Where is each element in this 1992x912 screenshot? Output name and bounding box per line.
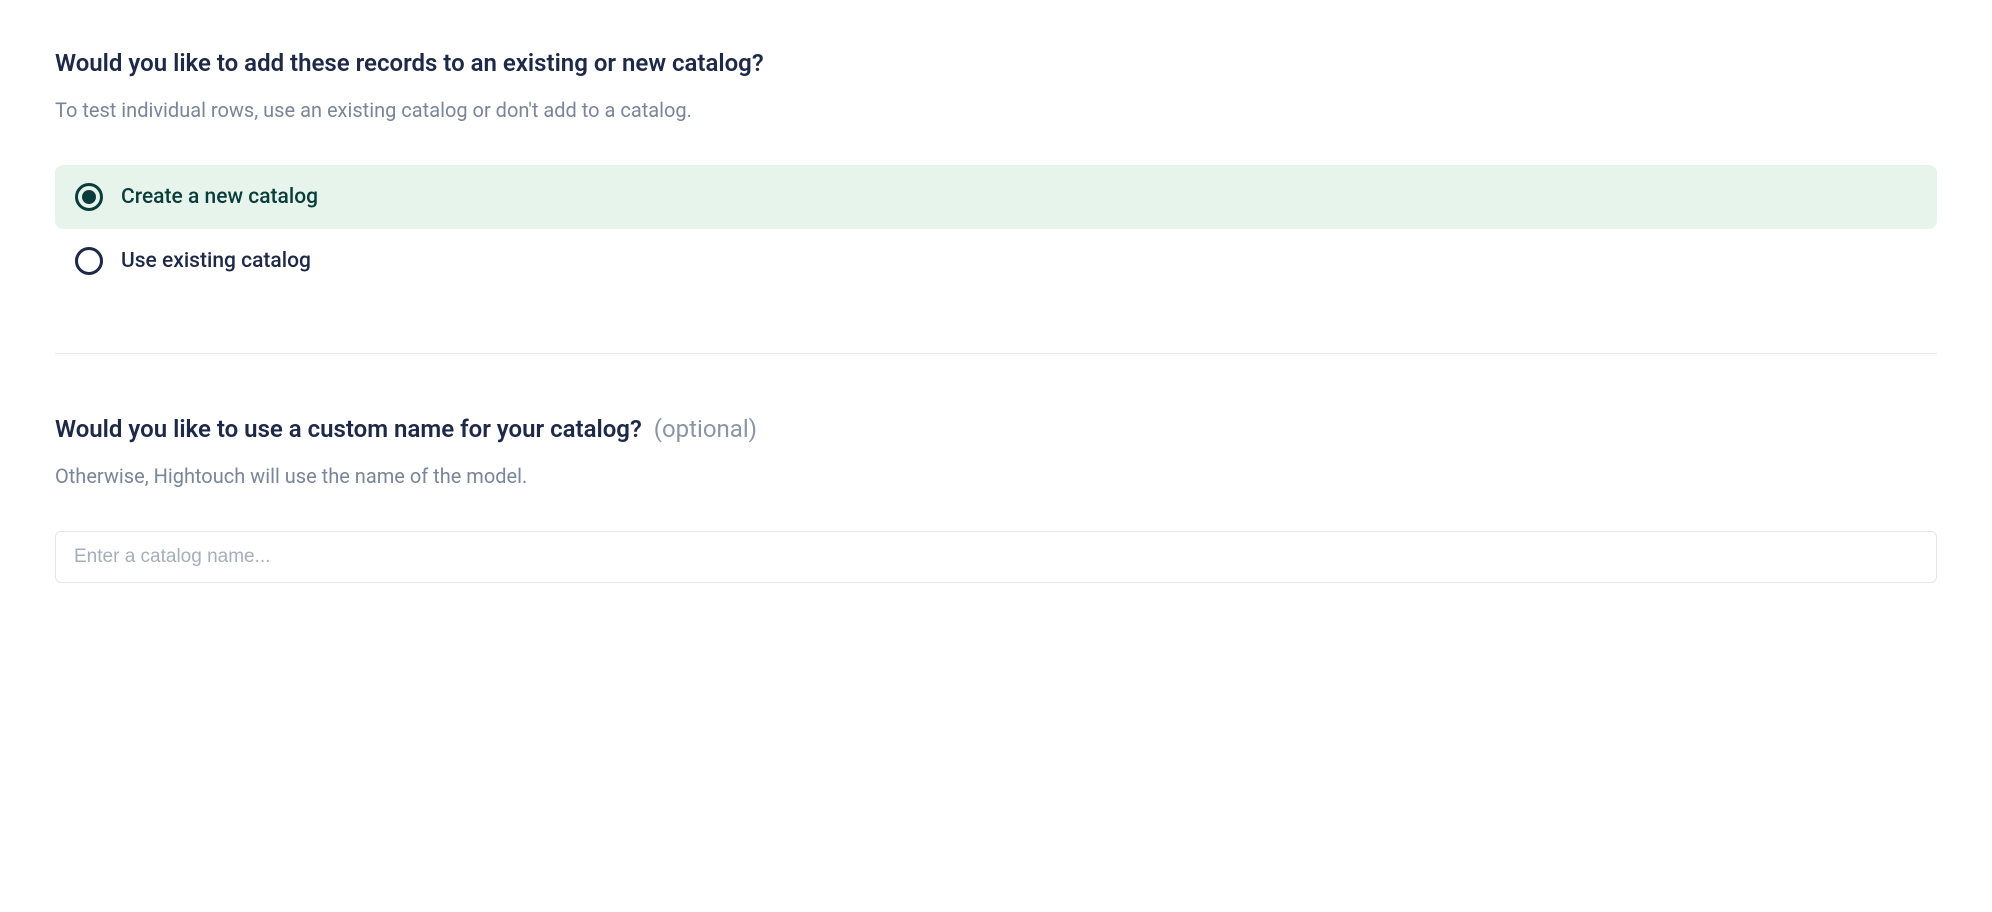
- catalog-name-input[interactable]: [55, 531, 1937, 583]
- radio-option-existing-catalog[interactable]: Use existing catalog: [55, 229, 1937, 293]
- optional-label: (optional): [654, 415, 757, 443]
- catalog-radio-group: Create a new catalog Use existing catalo…: [55, 165, 1937, 293]
- radio-label-existing: Use existing catalog: [121, 249, 311, 273]
- radio-unchecked-icon: [75, 247, 103, 275]
- catalog-name-title: Would you like to use a custom name for …: [55, 414, 642, 445]
- catalog-choice-title: Would you like to add these records to a…: [55, 48, 1937, 79]
- radio-option-create-catalog[interactable]: Create a new catalog: [55, 165, 1937, 229]
- section-divider: [55, 353, 1937, 354]
- catalog-name-subtitle: Otherwise, Hightouch will use the name o…: [55, 461, 1937, 491]
- catalog-name-section: Would you like to use a custom name for …: [55, 414, 1937, 583]
- catalog-choice-section: Would you like to add these records to a…: [55, 48, 1937, 293]
- radio-checked-icon: [75, 183, 103, 211]
- catalog-choice-subtitle: To test individual rows, use an existing…: [55, 95, 1937, 125]
- catalog-name-title-row: Would you like to use a custom name for …: [55, 414, 1937, 445]
- radio-label-create: Create a new catalog: [121, 185, 318, 209]
